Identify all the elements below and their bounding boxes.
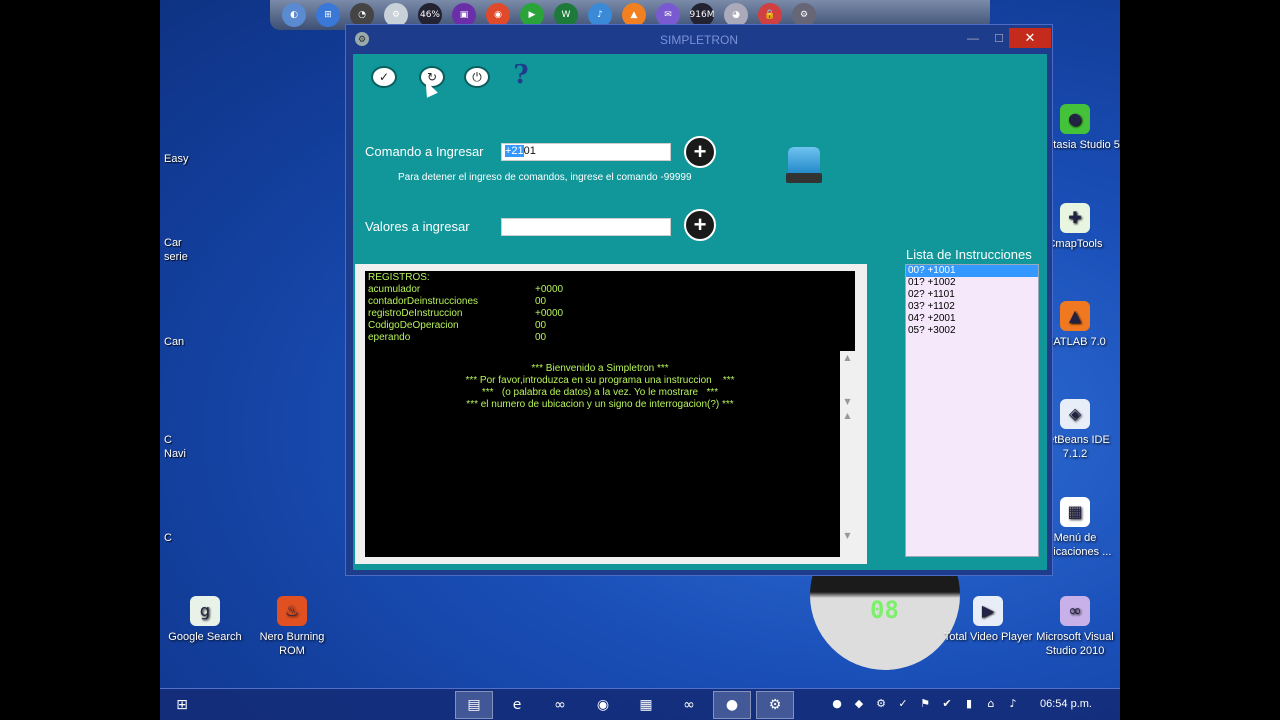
database-icon[interactable] xyxy=(786,147,822,185)
register-name: contadorDeinstrucciones xyxy=(368,296,479,307)
register-value: 00 xyxy=(535,332,547,343)
cmaptools-icon: ✚ xyxy=(1060,203,1090,233)
values-input[interactable] xyxy=(501,218,671,236)
check-icon[interactable]: ✓ xyxy=(371,66,397,88)
google-search-icon: g xyxy=(190,596,220,626)
command-input-selected-text: +21 xyxy=(505,145,524,157)
desktop-shortcut[interactable]: ▶ Total Video Player xyxy=(943,596,1033,644)
tray-icon[interactable]: ✓ xyxy=(896,697,910,711)
stop-hint: Para detener el ingreso de comandos, ing… xyxy=(398,172,692,183)
register-name: CodigoDeOperacion xyxy=(368,320,459,331)
taskbar-chrome-button[interactable]: ◉ xyxy=(584,691,622,719)
tray-icon[interactable]: ⚑ xyxy=(918,697,932,711)
taskbar-camtasia-button[interactable]: ● xyxy=(713,691,751,719)
instruction-list[interactable]: 00? +1001 01? +1002 02? +1101 03? +1102 04? … xyxy=(905,264,1039,557)
apps-menu-icon: ▦ xyxy=(1060,497,1090,527)
desktop-partial-label[interactable]: Navi xyxy=(164,448,186,461)
simpletron-window: ⚙ SIMPLETRON — ☐ ✕ ✓ ↻ ⏻ ? Comando a Ing… xyxy=(345,24,1053,576)
instruction-item[interactable]: 04? +2001 xyxy=(906,313,1038,325)
desktop-shortcut[interactable]: g Google Search xyxy=(160,596,250,644)
dock-item[interactable]: ⊞ xyxy=(316,3,340,27)
minimize-button[interactable]: — xyxy=(960,30,986,50)
tray-icon[interactable]: ⌂ xyxy=(984,697,998,711)
command-label: Comando a Ingresar xyxy=(365,144,484,159)
instruction-item[interactable]: 00? +1001 xyxy=(906,265,1038,277)
desktop-shortcut-label: Nero Burning ROM xyxy=(259,631,325,657)
desktop-shortcut[interactable]: ♨ Nero Burning ROM xyxy=(247,596,337,658)
taskbar-ie-button[interactable]: e xyxy=(498,691,536,719)
command-input-text: 01 xyxy=(523,145,536,157)
registers-header: REGISTROS: xyxy=(368,272,430,283)
register-value: 00 xyxy=(535,320,547,331)
register-value: +0000 xyxy=(535,284,564,295)
desktop-shortcut-label: Google Search xyxy=(168,631,242,643)
taskbar-vs-button[interactable]: ∞ xyxy=(541,691,579,719)
welcome-line: *** Por favor,introduzca en su programa … xyxy=(465,375,735,386)
instruction-item[interactable]: 05? +3002 xyxy=(906,325,1038,337)
register-value: 00 xyxy=(535,296,547,307)
power-icon[interactable]: ⏻ xyxy=(464,66,490,88)
visual-studio-icon: ∞ xyxy=(1060,596,1090,626)
title-bar[interactable]: ⚙ SIMPLETRON — ☐ ✕ xyxy=(346,25,1052,53)
help-icon[interactable]: ? xyxy=(506,60,536,90)
taskbar-clock[interactable]: 06:54 p.m. xyxy=(1040,698,1092,710)
taskbar-link-button[interactable]: ∞ xyxy=(670,691,708,719)
taskbar-calc-button[interactable]: ▦ xyxy=(627,691,665,719)
register-name: registroDeInstruccion xyxy=(368,308,463,319)
taskbar-simpletron-button[interactable]: ⚙ xyxy=(756,691,794,719)
tray-icon[interactable]: ▮ xyxy=(962,697,976,711)
register-value: +0000 xyxy=(535,308,564,319)
desktop: ◐ ⊞ ◔ ⚙ 46% ▣ ◉ ▶ W ♪ ▲ ✉ 916M ◕ 🔒 ⚙ Easy Car serie Can… xyxy=(160,0,1120,720)
instruction-item[interactable]: 01? +1002 xyxy=(906,277,1038,289)
wallpaper-clock-digits: 08 xyxy=(870,596,899,624)
add-command-button[interactable]: + xyxy=(684,136,716,168)
tray-icon[interactable]: ⚙ xyxy=(874,697,888,711)
taskbar: ⊞ ▤ e ∞ ◉ ▦ ∞ ● ⚙ ● ◆ ⚙ ✓ ⚑ ✔ ▮ ⌂ ♪ 06:54 p.m. xyxy=(160,688,1120,720)
welcome-line: *** Bienvenido a Simpletron *** xyxy=(531,363,669,374)
taskbar-explorer-button[interactable]: ▤ xyxy=(455,691,493,719)
instruction-list-title: Lista de Instrucciones xyxy=(906,247,1032,262)
console-scrollbar[interactable]: ▲ ▼ ▲ ▼ xyxy=(840,351,855,557)
desktop-partial-label[interactable]: Easy xyxy=(164,153,188,166)
register-name: acumulador xyxy=(368,284,421,295)
add-value-button[interactable]: + xyxy=(684,209,716,241)
instruction-item[interactable]: 02? +1101 xyxy=(906,289,1038,301)
desktop-partial-label[interactable]: Car xyxy=(164,237,182,250)
close-button[interactable]: ✕ xyxy=(1009,28,1051,48)
welcome-line: *** el numero de ubicacion y un signo de… xyxy=(466,399,734,410)
desktop-shortcut-label: Total Video Player xyxy=(943,631,1033,643)
camtasia-icon: ● xyxy=(1060,104,1090,134)
window-title: SIMPLETRON xyxy=(659,33,738,47)
desktop-shortcut[interactable]: ∞ Microsoft Visual Studio 2010 xyxy=(1030,596,1120,658)
desktop-partial-label[interactable]: serie xyxy=(164,251,188,264)
client-area: ✓ ↻ ⏻ ? Comando a Ingresar +2101 + Para … xyxy=(353,54,1047,570)
values-label: Valores a ingresar xyxy=(365,219,470,234)
tray-icon[interactable]: ✔ xyxy=(940,697,954,711)
taskbar-start-button[interactable]: ⊞ xyxy=(170,691,194,719)
matlab-icon: ▲ xyxy=(1060,301,1090,331)
register-name: eperando xyxy=(368,332,411,343)
nero-icon: ♨ xyxy=(277,596,307,626)
tray-icon[interactable]: ♪ xyxy=(1006,697,1020,711)
desktop-partial-label[interactable]: C xyxy=(164,532,172,545)
console-output: REGISTROS: acumulador +0000 contadorDeinst… xyxy=(365,271,855,557)
desktop-shortcut-label: Microsoft Visual Studio 2010 xyxy=(1036,631,1114,657)
video-player-icon: ▶ xyxy=(973,596,1003,626)
desktop-partial-label[interactable]: Can xyxy=(164,336,184,349)
dock-item[interactable]: ◐ xyxy=(282,3,306,27)
welcome-line: *** (o palabra de datos) a la vez. Yo le… xyxy=(481,387,719,398)
desktop-partial-label[interactable]: C xyxy=(164,434,172,447)
instruction-item[interactable]: 03? +1102 xyxy=(906,301,1038,313)
netbeans-icon: ◈ xyxy=(1060,399,1090,429)
tray-icon[interactable]: ◆ xyxy=(852,697,866,711)
tray-icon[interactable]: ● xyxy=(830,697,844,711)
command-input[interactable]: +2101 xyxy=(501,143,671,161)
